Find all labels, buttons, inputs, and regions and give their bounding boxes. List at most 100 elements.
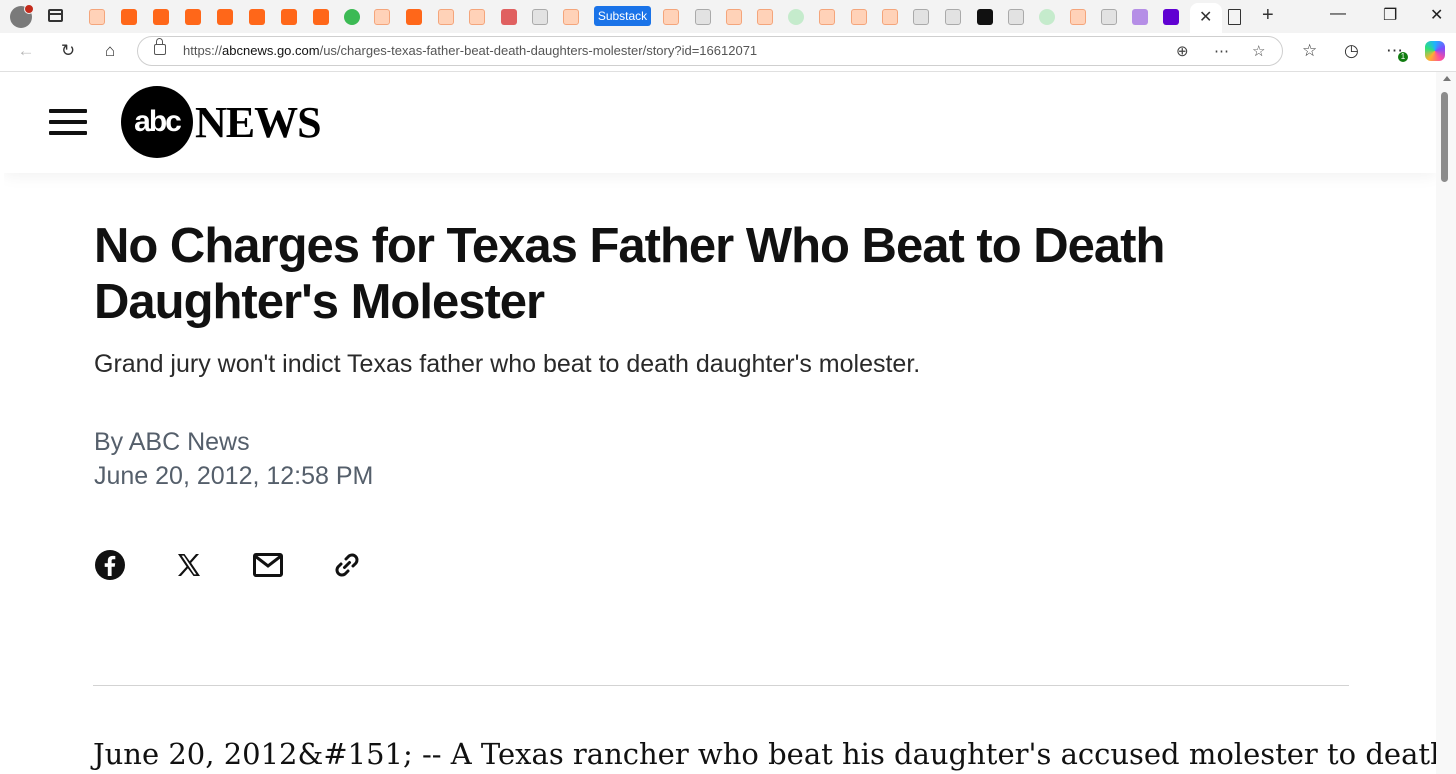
tab[interactable]: [781, 5, 811, 29]
tab[interactable]: [525, 5, 555, 29]
reader-icon[interactable]: ⋯: [1214, 42, 1229, 60]
tab[interactable]: [399, 5, 429, 29]
browser-toolbar: ← ↻ ⌂ https://abcnews.go.com/us/charges-…: [0, 33, 1456, 72]
substack-favicon-icon: [281, 9, 297, 25]
extensions-badge: 1: [1398, 52, 1408, 62]
tab[interactable]: [274, 5, 304, 29]
tab[interactable]: [656, 5, 686, 29]
tab[interactable]: [462, 5, 492, 29]
new-tab-icon[interactable]: +: [1262, 4, 1274, 27]
substack-favicon-icon: [757, 9, 773, 25]
tab[interactable]: [494, 5, 524, 29]
menu-icon[interactable]: [49, 109, 87, 135]
play-favicon-icon: [788, 9, 804, 25]
abc-news-logo[interactable]: abc NEWS: [121, 86, 322, 158]
minimize-icon[interactable]: —: [1330, 5, 1346, 23]
tab[interactable]: [844, 5, 874, 29]
zoom-icon[interactable]: ⊕: [1176, 42, 1189, 60]
page-icon[interactable]: [1228, 9, 1241, 25]
substack-favicon-icon: [563, 9, 579, 25]
document-favicon-icon: [695, 9, 711, 25]
address-bar[interactable]: https://abcnews.go.com/us/charges-texas-…: [137, 36, 1283, 66]
substack-favicon-icon: [406, 9, 422, 25]
tab[interactable]: [337, 5, 367, 29]
site-favicon-icon: [977, 9, 993, 25]
history-icon[interactable]: ◷: [1344, 41, 1359, 61]
link-icon[interactable]: [329, 547, 365, 583]
share-bar: [92, 547, 408, 583]
scroll-up-icon[interactable]: [1443, 76, 1451, 81]
logo-circle: abc: [121, 86, 193, 158]
tab[interactable]: [556, 5, 586, 29]
tab[interactable]: [306, 5, 336, 29]
tab[interactable]: [1094, 5, 1124, 29]
substack-favicon-icon: [185, 9, 201, 25]
substack-favicon-icon: [249, 9, 265, 25]
refresh-icon[interactable]: ↻: [57, 41, 79, 61]
lock-icon[interactable]: [154, 38, 166, 55]
substack-favicon-icon: [663, 9, 679, 25]
notification-dot: [24, 4, 34, 14]
site-favicon-icon: [1101, 9, 1117, 25]
x-icon[interactable]: [171, 547, 207, 583]
tab[interactable]: [178, 5, 208, 29]
tab[interactable]: [1032, 5, 1062, 29]
favorite-star-icon[interactable]: ☆: [1252, 42, 1265, 60]
play-favicon-icon: [1039, 9, 1055, 25]
tab[interactable]: [146, 5, 176, 29]
tab[interactable]: [367, 5, 397, 29]
substack-favicon-icon: [438, 9, 454, 25]
substack-favicon-icon: [153, 9, 169, 25]
close-tab-icon[interactable]: ✕: [1199, 7, 1212, 27]
profile-avatar[interactable]: [10, 4, 34, 28]
tab[interactable]: [210, 5, 240, 29]
play-favicon-icon: [344, 9, 360, 25]
tab[interactable]: [1001, 5, 1031, 29]
url-text[interactable]: https://abcnews.go.com/us/charges-texas-…: [183, 43, 757, 58]
tab[interactable]: [82, 5, 112, 29]
tab[interactable]: [875, 5, 905, 29]
substack-favicon-icon: [819, 9, 835, 25]
substack-favicon-icon: [469, 9, 485, 25]
favorites-icon[interactable]: ☆: [1302, 41, 1317, 61]
gp-favicon-icon: [532, 9, 548, 25]
scrollbar[interactable]: [1436, 72, 1456, 774]
active-tab[interactable]: ✕: [1190, 3, 1222, 33]
publish-date: June 20, 2012, 12:58 PM: [94, 462, 374, 490]
tab[interactable]: [1125, 5, 1155, 29]
home-icon[interactable]: ⌂: [99, 41, 121, 61]
tab[interactable]: [719, 5, 749, 29]
tab[interactable]: [431, 5, 461, 29]
yahoo-favicon-icon: [1163, 9, 1179, 25]
tab[interactable]: [970, 5, 1000, 29]
email-icon[interactable]: [250, 547, 286, 583]
close-window-icon[interactable]: ✕: [1430, 5, 1443, 25]
tab[interactable]: [812, 5, 842, 29]
back-icon[interactable]: ←: [15, 41, 37, 61]
copilot-icon[interactable]: [1425, 41, 1445, 61]
substack-favicon-icon: [1070, 9, 1086, 25]
article-subheadline: Grand jury won't indict Texas father who…: [94, 350, 921, 378]
article-headline: No Charges for Texas Father Who Beat to …: [94, 219, 1165, 329]
tab-substack-group[interactable]: Substack: [594, 6, 651, 26]
scrollbar-thumb[interactable]: [1441, 92, 1448, 182]
tab[interactable]: [1156, 5, 1186, 29]
restore-icon[interactable]: ❐: [1383, 5, 1397, 25]
tab[interactable]: [906, 5, 936, 29]
site-favicon-icon: [913, 9, 929, 25]
article-body-first-line: June 20, 2012&#151; -- A Texas rancher w…: [93, 737, 1436, 771]
tab[interactable]: [242, 5, 272, 29]
tab-actions-icon[interactable]: [48, 9, 63, 22]
tab[interactable]: [938, 5, 968, 29]
substack-favicon-icon: [374, 9, 390, 25]
substack-favicon-icon: [121, 9, 137, 25]
tab[interactable]: [688, 5, 718, 29]
logo-text: NEWS: [195, 97, 322, 147]
substack-favicon-icon: [89, 9, 105, 25]
facebook-icon[interactable]: [92, 547, 128, 583]
substack-favicon-icon: [726, 9, 742, 25]
tab[interactable]: [1063, 5, 1093, 29]
tab[interactable]: [114, 5, 144, 29]
tab[interactable]: [750, 5, 780, 29]
substack-favicon-icon: [313, 9, 329, 25]
